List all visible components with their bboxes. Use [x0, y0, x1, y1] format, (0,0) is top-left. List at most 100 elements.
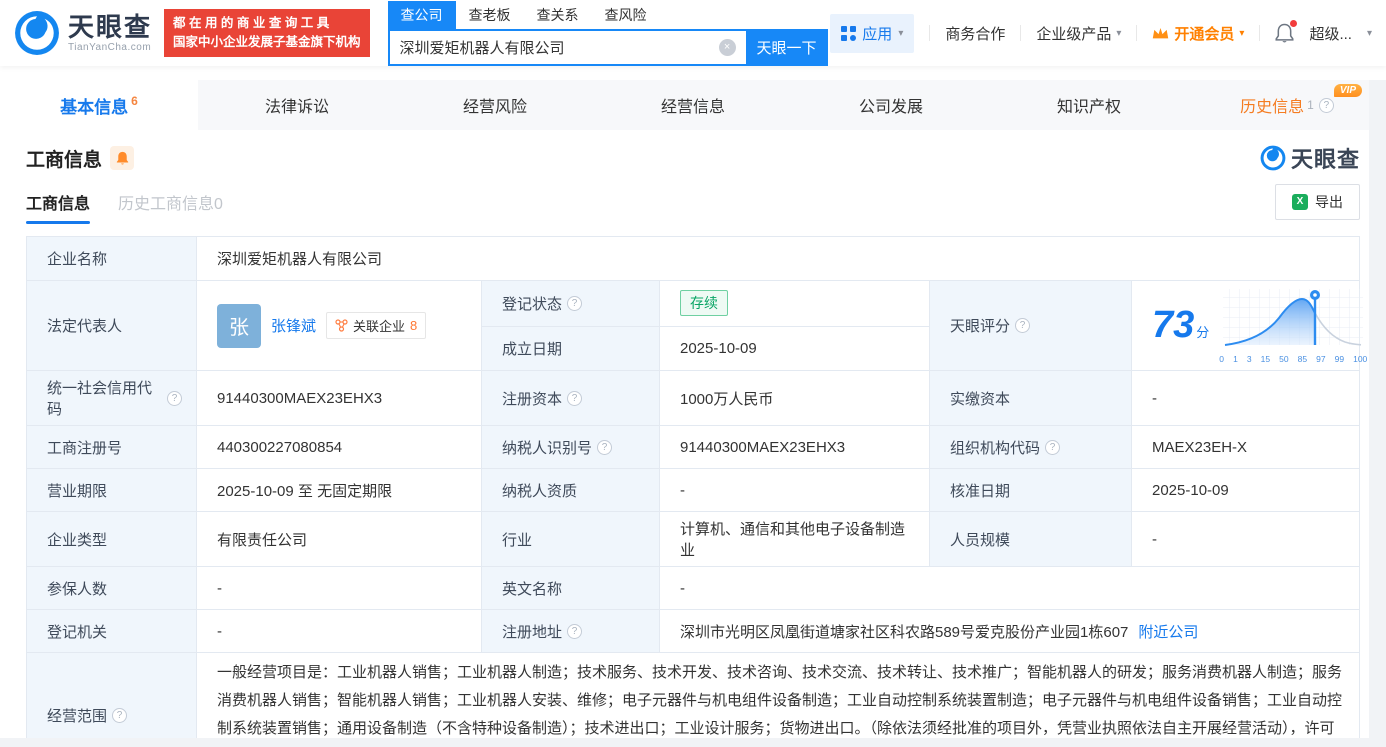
help-icon[interactable]: ?	[1319, 98, 1334, 113]
notification-bell-icon[interactable]	[1275, 23, 1294, 43]
business-term-value: 2025-10-09 至 无固定期限	[197, 469, 482, 512]
row-credit-code: 统一社会信用代码 ? 91440300MAEX23EHX3 注册资本 ? 100…	[27, 371, 1360, 426]
reg-capital-value: 1000万人民币	[660, 371, 930, 426]
staff-size-label: 人员规模	[930, 512, 1132, 567]
help-icon[interactable]: ?	[112, 708, 127, 723]
logo-title: 天眼查	[68, 14, 152, 40]
promo-line1: 都 在 用 的 商 业 查 询 工 具	[173, 14, 361, 33]
bottom-scrollbar-gutter[interactable]	[0, 738, 1386, 747]
subscribe-bell-button[interactable]	[110, 146, 134, 170]
help-icon[interactable]: ?	[567, 391, 582, 406]
help-icon[interactable]: ?	[1045, 440, 1060, 455]
staff-size-value: -	[1132, 512, 1360, 567]
vip-badge: VIP	[1334, 84, 1362, 97]
row-insured-count: 参保人数 - 英文名称 -	[27, 567, 1360, 610]
search-button[interactable]: 天眼一下	[746, 29, 828, 66]
tab-legal-proceedings[interactable]: 法律诉讼	[198, 80, 396, 130]
legal-rep-link[interactable]: 张锋斌	[271, 315, 316, 336]
reg-authority-label: 登记机关	[27, 610, 197, 653]
tab-company-development[interactable]: 公司发展	[792, 80, 990, 130]
row-business-scope: 经营范围 ? 一般经营项目是：工业机器人销售；工业机器人制造；技术服务、技术开发…	[27, 653, 1360, 747]
help-icon[interactable]: ?	[567, 296, 582, 311]
tab-basic-info[interactable]: 基本信息 6	[0, 80, 198, 130]
row-legal-rep: 法定代表人 张 张锋斌	[27, 281, 1360, 327]
excel-icon: X	[1292, 194, 1308, 210]
english-name-label: 英文名称	[482, 567, 660, 610]
nav-enterprise-products[interactable]: 企业级产品 ▾	[1036, 23, 1121, 44]
score-label: 天眼评分 ?	[930, 281, 1132, 371]
search-area: 查公司 查老板 查关系 查风险 × 天眼一下	[388, 1, 828, 66]
score-value: 73分	[1132, 281, 1360, 371]
related-count: 8	[410, 318, 417, 333]
search-tabs: 查公司 查老板 查关系 查风险	[388, 1, 828, 29]
nav-account[interactable]: 超级...	[1309, 23, 1352, 44]
approval-date-value: 2025-10-09	[1132, 469, 1360, 512]
business-term-label: 营业期限	[27, 469, 197, 512]
subtab-history-business-info[interactable]: 历史工商信息0	[118, 190, 223, 224]
tab-operational-risk[interactable]: 经营风险	[396, 80, 594, 130]
paid-capital-label: 实缴资本	[930, 371, 1132, 426]
reg-address-label: 注册地址 ?	[482, 610, 660, 653]
row-reg-number: 工商注册号 440300227080854 纳税人识别号 ? 91440300M…	[27, 426, 1360, 469]
search-tab-company[interactable]: 查公司	[388, 1, 456, 29]
tianyancha-logo[interactable]: 天眼查 TianYanCha.com	[14, 10, 152, 56]
taxpayer-id-value: 91440300MAEX23EHX3	[660, 426, 930, 469]
row-company-type: 企业类型 有限责任公司 行业 计算机、通信和其他电子设备制造业 人员规模 -	[27, 512, 1360, 567]
tab-business-info[interactable]: 经营信息	[594, 80, 792, 130]
help-icon[interactable]: ?	[167, 391, 182, 406]
nav-open-vip[interactable]: 开通会员 ▾	[1152, 23, 1244, 44]
tab-intellectual-property[interactable]: 知识产权	[990, 80, 1188, 130]
industry-label: 行业	[482, 512, 660, 567]
promo-line2: 国家中小企业发展子基金旗下机构	[173, 33, 361, 52]
search-tab-risk[interactable]: 查风险	[592, 1, 660, 29]
taxpayer-id-label: 纳税人识别号 ?	[482, 426, 660, 469]
search-input[interactable]	[388, 29, 746, 66]
search-tab-boss[interactable]: 查老板	[456, 1, 524, 29]
row-reg-authority: 登记机关 - 注册地址 ? 深圳市光明区凤凰街道塘家社区科农路589号爱克股份产…	[27, 610, 1360, 653]
clear-icon[interactable]: ×	[719, 39, 736, 56]
row-company-name: 企业名称 深圳爱矩机器人有限公司	[27, 237, 1360, 281]
grid-icon	[841, 26, 856, 41]
insured-count-value: -	[197, 567, 482, 610]
status-badge: 存续	[680, 290, 728, 316]
org-code-label: 组织机构代码 ?	[930, 426, 1132, 469]
nearby-companies-link[interactable]: 附近公司	[1138, 624, 1198, 641]
subtab-business-info[interactable]: 工商信息	[26, 190, 90, 224]
tianyancha-watermark: 天眼查	[1260, 142, 1360, 174]
caret-down-icon: ▾	[898, 28, 903, 39]
export-button[interactable]: X 导出	[1275, 184, 1360, 220]
tab-count: 1	[1307, 98, 1314, 112]
reg-number-value: 440300227080854	[197, 426, 482, 469]
search-tab-relation[interactable]: 查关系	[524, 1, 592, 29]
help-icon[interactable]: ?	[567, 624, 582, 639]
scrollbar-gutter[interactable]	[1369, 80, 1386, 747]
reg-address-value: 深圳市光明区凤凰街道塘家社区科农路589号爱克股份产业园1栋607附近公司	[660, 610, 1360, 653]
caret-down-icon: ▾	[1116, 28, 1121, 39]
tianyancha-logo-icon	[14, 10, 60, 56]
tab-history-info[interactable]: VIP 历史信息 1 ?	[1188, 80, 1386, 130]
divider	[1259, 25, 1260, 41]
help-icon[interactable]: ?	[597, 440, 612, 455]
legal-rep-value: 张 张锋斌 关联企业 8	[197, 281, 482, 371]
page: 天眼查 TianYanCha.com 都 在 用 的 商 业 查 询 工 具 国…	[0, 0, 1386, 747]
legal-rep-avatar[interactable]: 张	[217, 304, 261, 348]
approval-date-label: 核准日期	[930, 469, 1132, 512]
apps-label: 应用	[862, 23, 892, 44]
score-unit: 分	[1196, 325, 1209, 340]
tianyancha-logo-icon	[1260, 145, 1286, 171]
establish-date-value: 2025-10-09	[660, 326, 930, 370]
nav-cooperation[interactable]: 商务合作	[945, 23, 1005, 44]
apps-menu[interactable]: 应用 ▾	[830, 14, 914, 53]
paid-capital-value: -	[1132, 371, 1360, 426]
caret-down-icon: ▾	[1367, 28, 1372, 39]
legal-rep-label: 法定代表人	[27, 281, 197, 371]
reg-status-label: 登记状态 ?	[482, 281, 660, 327]
divider	[929, 25, 930, 41]
related-companies-badge[interactable]: 关联企业 8	[326, 312, 426, 339]
bell-icon	[116, 151, 129, 165]
help-icon[interactable]: ?	[1015, 318, 1030, 333]
caret-down-icon: ▾	[1239, 28, 1244, 39]
org-code-value: MAEX23EH-X	[1132, 426, 1360, 469]
company-name-label: 企业名称	[27, 237, 197, 281]
score-distribution-chart: 0131550859799100	[1219, 287, 1367, 364]
